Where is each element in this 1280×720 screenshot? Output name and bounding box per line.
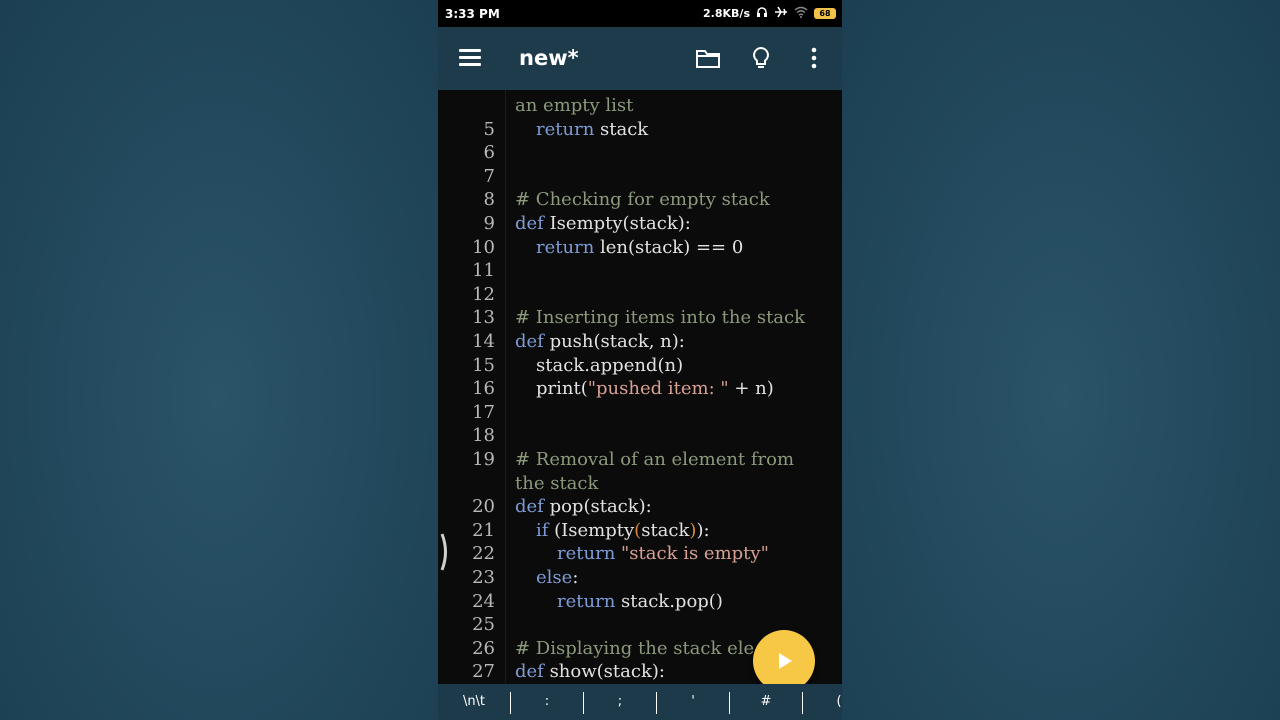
- symbol-key[interactable]: \n\t: [438, 684, 510, 720]
- wifi-icon: [794, 6, 808, 21]
- line-number: 24: [472, 590, 495, 612]
- code-text: def show(stack):: [515, 661, 665, 683]
- code-line: 11: [438, 260, 842, 284]
- play-icon: [779, 653, 792, 669]
- line-number: 27: [472, 661, 495, 683]
- code-text: def push(stack, n):: [515, 331, 685, 352]
- status-time: 3:33 PM: [445, 7, 500, 21]
- code-line: 21 if (Isempty(stack)):: [438, 520, 842, 544]
- code-line: 7: [438, 166, 842, 190]
- code-line: 5 return stack: [438, 119, 842, 143]
- line-number: 18: [472, 425, 495, 447]
- code-text: if (Isempty(stack)):: [536, 519, 710, 541]
- code-line: the stack: [438, 473, 842, 497]
- code-line: 16 print("pushed item: " + n): [438, 378, 842, 402]
- code-line: 10 return len(stack) == 0: [438, 237, 842, 261]
- status-bar: 3:33 PM 2.8KB/s 68: [438, 0, 842, 27]
- code-text: # Removal of an element from: [515, 449, 795, 470]
- line-number: 14: [472, 331, 495, 352]
- code-line: 17: [438, 402, 842, 426]
- code-text: return len(stack) == 0: [536, 236, 744, 258]
- code-text: stack.append(n): [536, 354, 684, 376]
- file-title: new*: [519, 46, 579, 70]
- code-text: else:: [536, 567, 579, 588]
- status-icons: 2.8KB/s 68: [703, 6, 836, 21]
- code-line: 9 def Isempty(stack):: [438, 213, 842, 237]
- line-number: 10: [472, 236, 495, 258]
- code-line: 18: [438, 425, 842, 449]
- fast-scroll-handle[interactable]: [439, 532, 451, 572]
- menu-icon[interactable]: [459, 49, 481, 67]
- video-background-left: [0, 0, 438, 720]
- airplane-icon: [774, 6, 788, 21]
- battery-icon: 68: [814, 8, 836, 19]
- symbol-key[interactable]: ;: [584, 684, 656, 720]
- symbol-key[interactable]: (: [803, 684, 842, 720]
- lightbulb-icon[interactable]: [748, 45, 776, 73]
- code-line: 15 stack.append(n): [438, 355, 842, 379]
- line-number: 15: [472, 354, 495, 376]
- line-number: 25: [472, 614, 495, 636]
- symbol-key[interactable]: :: [511, 684, 583, 720]
- folder-icon[interactable]: [695, 45, 723, 73]
- line-number: 5: [483, 118, 495, 140]
- run-button[interactable]: [753, 630, 815, 692]
- code-line: 24 return stack.pop(): [438, 591, 842, 615]
- line-number: 26: [472, 637, 495, 659]
- symbol-key[interactable]: #: [730, 684, 802, 720]
- line-number: 7: [483, 165, 495, 187]
- code-text: def pop(stack):: [515, 496, 652, 518]
- line-number: 19: [472, 449, 495, 470]
- code-text: def Isempty(stack):: [515, 213, 691, 234]
- symbol-key-bar: \n\t:; ' #(: [438, 684, 842, 720]
- symbol-key[interactable]: ': [657, 684, 729, 720]
- line-number: 13: [472, 307, 495, 329]
- code-text: an empty list: [515, 95, 634, 116]
- code-line: 19 # Removal of an element from: [438, 449, 842, 473]
- code-text: # Checking for empty stack: [515, 189, 770, 211]
- code-line: 23 else:: [438, 567, 842, 591]
- app-toolbar: new*: [438, 27, 842, 90]
- line-number: 11: [472, 260, 495, 282]
- code-line: 14 def push(stack, n):: [438, 331, 842, 355]
- code-line: 20 def pop(stack):: [438, 496, 842, 520]
- headphones-icon: [756, 6, 768, 21]
- network-speed: 2.8KB/s: [703, 7, 750, 20]
- phone-screen: 3:33 PM 2.8KB/s 68 new* an empty list 5 …: [438, 0, 842, 720]
- line-number: 12: [472, 283, 495, 305]
- line-number: 6: [483, 142, 495, 164]
- code-text: print("pushed item: " + n): [536, 378, 774, 400]
- line-number: 9: [483, 213, 495, 234]
- line-number: 20: [472, 496, 495, 518]
- code-line: 12: [438, 284, 842, 308]
- more-options-icon[interactable]: [801, 45, 829, 73]
- line-number: 17: [472, 401, 495, 423]
- video-background-right: [842, 0, 1280, 720]
- line-number: 16: [472, 378, 495, 400]
- code-text: # Inserting items into the stack: [515, 307, 806, 329]
- line-number: 8: [483, 189, 495, 211]
- code-text: return stack.pop(): [557, 590, 723, 612]
- code-line: 6: [438, 142, 842, 166]
- code-line: an empty list: [438, 95, 842, 119]
- code-text: # Displaying the stack ele: [515, 637, 755, 659]
- code-text: the stack: [515, 472, 599, 494]
- code-text: return "stack is empty": [557, 543, 769, 565]
- code-line: 13 # Inserting items into the stack: [438, 307, 842, 331]
- code-text: return stack: [536, 118, 649, 140]
- code-line: 22 return "stack is empty": [438, 543, 842, 567]
- code-line: 8 # Checking for empty stack: [438, 189, 842, 213]
- code-editor[interactable]: an empty list 5 return stack 6 7 8 # Checking …: [438, 90, 842, 684]
